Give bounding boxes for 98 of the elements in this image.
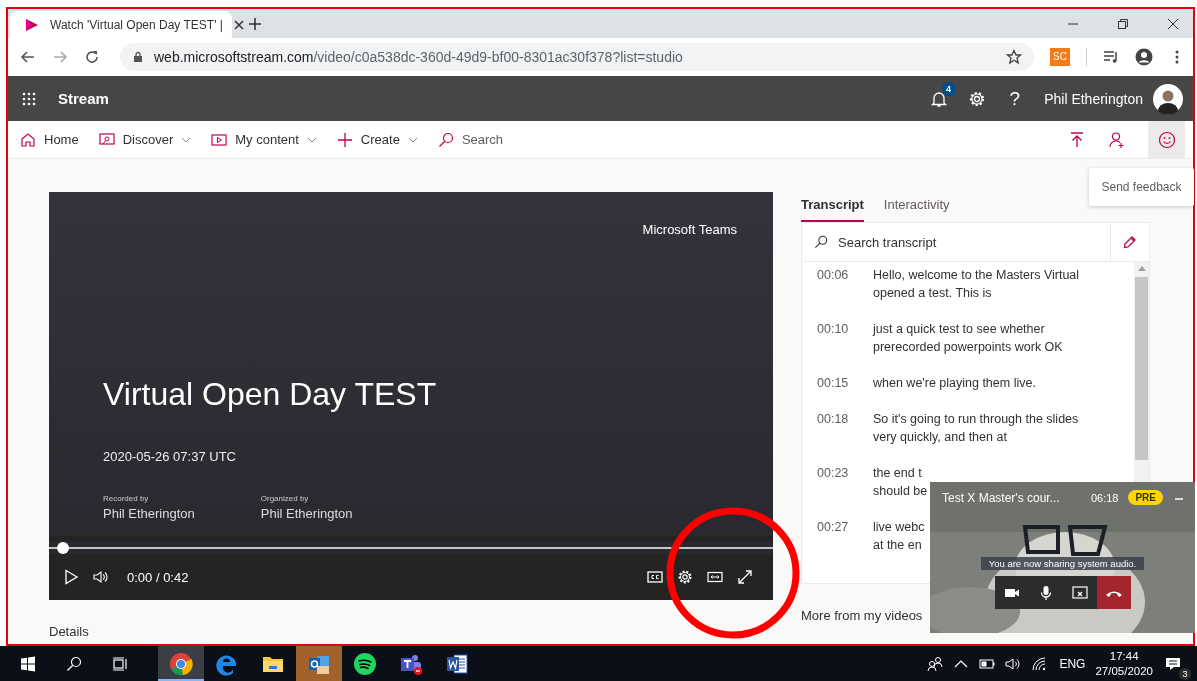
transcript-line: prerecorded powerpoints work OK <box>873 339 1063 356</box>
transcript-line: live webc <box>873 519 925 536</box>
transcript-line: just a quick test to see whether <box>873 321 1046 338</box>
screen-cross-icon <box>1071 584 1088 601</box>
lock-icon <box>132 51 144 63</box>
profile-icon[interactable] <box>1135 48 1153 66</box>
upload-icon[interactable] <box>1068 130 1086 149</box>
windows-start-icon[interactable] <box>20 655 36 672</box>
credit-role: Organized by <box>260 494 310 503</box>
transcript-line: So it's going to run through the slides <box>873 411 1079 428</box>
slide-date: 2020-05-26 07:37 UTC <box>103 449 237 464</box>
call-window[interactable]: Test X Master's cour... 06:18 PRE You are now sharing system audio. <box>930 482 1195 633</box>
sharing-notice: You are now sharing system audio. <box>980 557 1145 570</box>
transcript-line: at the en <box>873 537 923 554</box>
avatar-icon[interactable] <box>1153 83 1183 114</box>
browser-icon <box>169 651 193 676</box>
volume-icon[interactable] <box>93 569 109 585</box>
media-queue-icon[interactable] <box>1103 49 1119 65</box>
transcript-line: should be <box>873 483 928 500</box>
plus-icon <box>336 131 353 148</box>
play-screen-icon <box>211 131 228 148</box>
panel-tab[interactable]: Interactivity <box>883 197 950 222</box>
close-icon[interactable] <box>232 18 245 31</box>
more-videos-heading: More from my videos <box>801 608 924 623</box>
clock[interactable]: 17:44 27/05/2020 <box>1095 650 1153 677</box>
settings-icon[interactable] <box>677 569 693 585</box>
nav-item[interactable]: Home <box>20 131 79 148</box>
progress-thumb[interactable] <box>57 542 69 554</box>
playback-time: 0:00 / 0:42 <box>127 569 189 585</box>
nav-item[interactable]: Create <box>336 131 418 148</box>
transcript-line: Hello, welcome to the Masters Virtual <box>873 267 1080 284</box>
credit-role: Recorded by <box>103 494 150 503</box>
tooltip: Send feedback <box>1089 168 1194 206</box>
people-icon[interactable] <box>927 655 944 672</box>
help-button[interactable]: ? <box>1009 87 1021 110</box>
captions-icon[interactable] <box>647 569 663 585</box>
nav-item[interactable]: Search <box>437 131 504 148</box>
search-icon[interactable] <box>66 655 82 672</box>
restore-icon[interactable] <box>1117 17 1129 30</box>
app-name[interactable]: Stream <box>58 90 109 107</box>
back-icon[interactable] <box>20 49 36 65</box>
settings-icon[interactable] <box>967 89 986 108</box>
phone-icon <box>1105 588 1122 597</box>
bell-icon[interactable] <box>929 89 948 108</box>
notification-count: 3 <box>1179 667 1191 680</box>
pencil-icon <box>1122 234 1138 250</box>
search-box[interactable]: Search transcript <box>801 222 1150 262</box>
call-title: Test X Master's cour... <box>942 490 1061 505</box>
close-icon[interactable] <box>1167 17 1179 30</box>
credit-name: Phil Etherington <box>103 506 195 521</box>
progress-track[interactable] <box>49 542 773 554</box>
fullscreen-icon[interactable] <box>737 569 753 585</box>
slide-title: Virtual Open Day TEST <box>103 376 438 413</box>
music-icon <box>353 651 377 676</box>
nav-item[interactable]: My content <box>211 131 317 148</box>
task-view-icon[interactable] <box>112 655 128 672</box>
address-field[interactable]: web.microsoftstream.com/video/c0a538dc-360d-49d9-bf00-8301ac30f378?list=studio <box>120 43 1035 71</box>
monitor-icon <box>98 131 115 148</box>
tab-title: Watch 'Virtual Open Day TEST' | <box>50 17 223 32</box>
star-icon[interactable] <box>1006 49 1023 65</box>
transcript-line: when we're playing them live. <box>873 375 1036 392</box>
notification-icon[interactable] <box>1165 655 1181 672</box>
timestamp[interactable]: 00:18 <box>817 410 849 446</box>
play-logo-icon <box>24 16 40 33</box>
credit-name: Phil Etherington <box>260 506 353 521</box>
timestamp[interactable]: 00:27 <box>817 518 849 554</box>
details-heading: Details <box>49 624 90 639</box>
user-name[interactable]: Phil Etherington <box>1044 90 1143 107</box>
play-icon[interactable] <box>63 569 79 585</box>
feedback-button[interactable] <box>1148 121 1185 158</box>
search-icon <box>814 235 828 249</box>
timestamp[interactable]: 00:10 <box>817 320 849 356</box>
search-field[interactable]: Search transcript <box>836 233 1110 251</box>
smiley-icon <box>1157 130 1176 149</box>
timestamp[interactable]: 00:23 <box>817 464 849 500</box>
language-indicator[interactable]: ENG <box>1059 656 1086 671</box>
home-icon <box>20 131 36 148</box>
notification-count: 4 <box>941 81 956 96</box>
transcript-line: the end t <box>873 465 923 482</box>
nav-item[interactable]: Discover <box>98 131 192 148</box>
app-launcher-icon[interactable] <box>22 91 36 106</box>
status-badge: PRE <box>1128 490 1163 505</box>
call-duration: 06:18 <box>1090 491 1119 504</box>
theater-mode-icon[interactable] <box>707 569 723 585</box>
document-icon <box>445 651 469 676</box>
transcript-line: very quickly, and then at <box>873 429 1008 446</box>
search-icon <box>437 131 454 148</box>
add-person-icon[interactable] <box>1108 130 1126 149</box>
timestamp[interactable]: 00:15 <box>817 374 849 392</box>
volume-icon[interactable] <box>1005 655 1022 672</box>
transcript-line: opened a test. This is <box>873 285 993 302</box>
wifi-icon[interactable] <box>1031 655 1048 672</box>
new-tab-icon[interactable] <box>248 17 262 31</box>
slide-brand: Microsoft Teams <box>642 222 737 237</box>
reload-icon[interactable] <box>84 49 100 65</box>
taskbar-app[interactable] <box>158 646 204 681</box>
timestamp[interactable]: 00:06 <box>817 266 849 302</box>
hang-up-button[interactable] <box>1096 576 1131 609</box>
